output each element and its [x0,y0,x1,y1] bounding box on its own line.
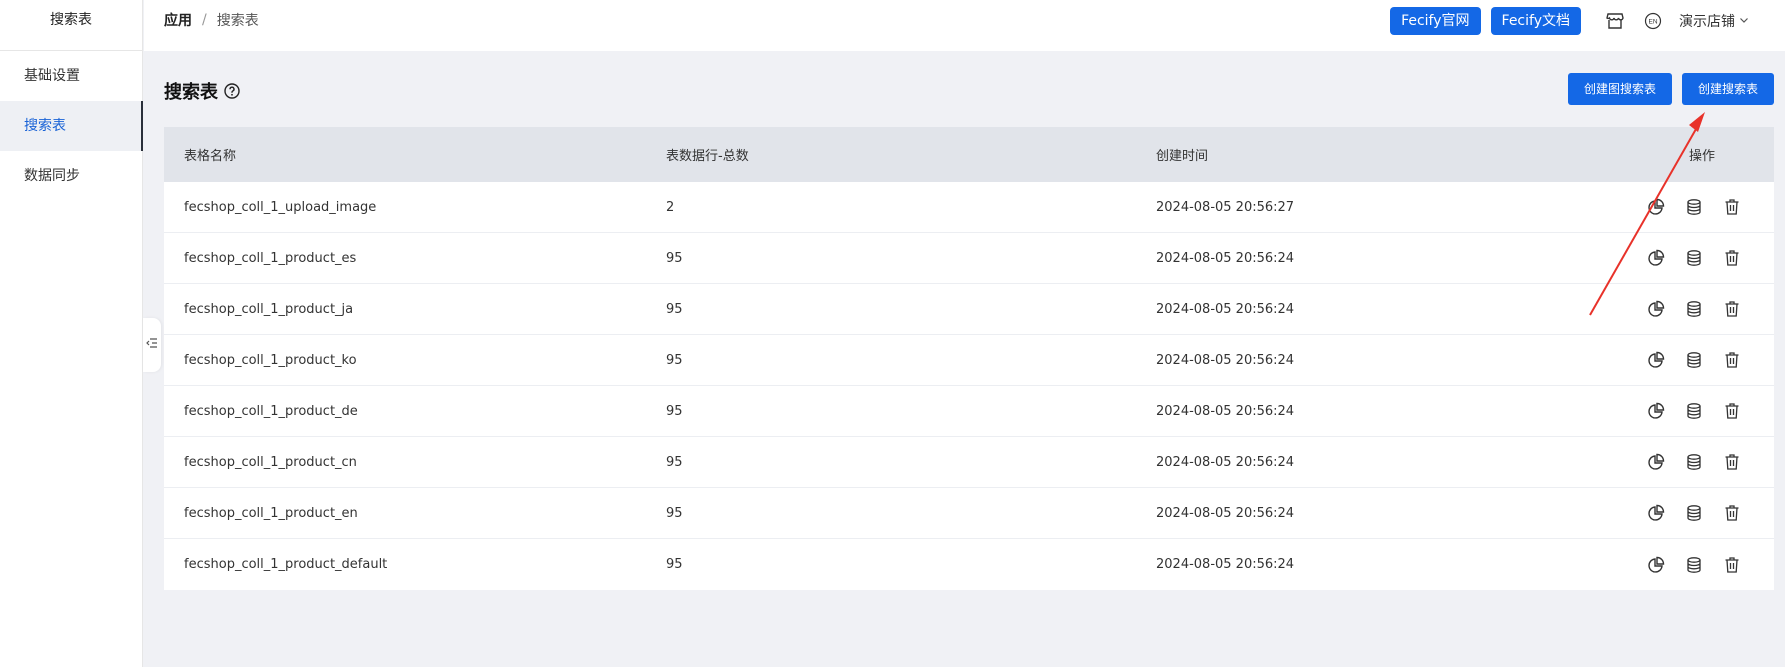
row-actions [1646,197,1760,217]
created-time-cell: 2024-08-05 20:56:24 [1156,403,1295,419]
collapse-menu-icon [146,337,158,353]
trash-icon[interactable] [1722,350,1742,370]
store-icon[interactable] [1603,9,1627,33]
chart-icon[interactable] [1646,299,1666,319]
table-name-cell: fecshop_coll_1_product_ja [184,301,354,317]
database-icon[interactable] [1684,401,1704,421]
sidebar-title: 搜索表 [0,0,142,51]
row-actions [1646,248,1760,268]
row-actions [1646,401,1760,421]
row-count-cell: 95 [666,557,683,572]
created-time-cell: 2024-08-05 20:56:24 [1156,250,1295,266]
created-time-cell: 2024-08-05 20:56:24 [1156,454,1295,470]
row-actions [1646,350,1760,370]
database-icon[interactable] [1684,299,1704,319]
language-en-icon[interactable]: EN [1641,9,1665,33]
created-time-cell: 2024-08-05 20:56:24 [1156,352,1295,368]
row-count-cell: 95 [666,454,683,470]
row-actions [1646,452,1760,472]
table-row: fecshop_coll_1_product_default 95 2024-0… [164,539,1774,590]
sidebar-item-data-sync[interactable]: 数据同步 [0,151,142,201]
trash-icon[interactable] [1722,452,1742,472]
trash-icon[interactable] [1722,555,1742,575]
row-actions [1646,503,1760,523]
fecify-official-button[interactable]: Fecify官网 [1390,7,1481,35]
top-header: 应用 / 搜索表 Fecify官网 Fecify文档 EN 演示店铺 [144,0,1785,51]
create-image-search-table-button[interactable]: 创建图搜索表 [1568,73,1672,105]
table-header: 表格名称 表数据行-总数 创建时间 操作 [164,127,1774,182]
column-header-created: 创建时间 [1156,149,1209,164]
created-time-cell: 2024-08-05 20:56:24 [1156,301,1295,317]
sidebar-item-search-table[interactable]: 搜索表 [0,101,143,151]
column-header-count: 表数据行-总数 [666,149,749,164]
chart-icon[interactable] [1646,503,1666,523]
row-count-cell: 95 [666,301,683,317]
chart-icon[interactable] [1646,350,1666,370]
breadcrumb-separator: / [202,12,207,28]
created-time-cell: 2024-08-05 20:56:27 [1156,199,1295,215]
table-name-cell: fecshop_coll_1_product_cn [184,454,357,470]
sidebar: 搜索表 基础设置 搜索表 数据同步 [0,0,143,667]
database-icon[interactable] [1684,555,1704,575]
chart-icon[interactable] [1646,401,1666,421]
sidebar-item-basic-settings[interactable]: 基础设置 [0,51,142,101]
table-row: fecshop_coll_1_product_ko 95 2024-08-05 … [164,335,1774,386]
svg-text:EN: EN [1648,19,1657,26]
trash-icon[interactable] [1722,503,1742,523]
store-selector[interactable]: 演示店铺 [1679,11,1749,31]
trash-icon[interactable] [1722,299,1742,319]
chart-icon[interactable] [1646,197,1666,217]
fecify-docs-button[interactable]: Fecify文档 [1490,7,1581,35]
row-actions [1646,555,1760,575]
row-actions [1646,299,1760,319]
row-count-cell: 95 [666,505,683,521]
help-icon[interactable] [224,83,240,99]
table-name-cell: fecshop_coll_1_product_ko [184,352,357,368]
row-count-cell: 2 [666,199,675,215]
table-row: fecshop_coll_1_product_en 95 2024-08-05 … [164,488,1774,539]
trash-icon[interactable] [1722,401,1742,421]
table-name-cell: fecshop_coll_1_product_es [184,250,357,266]
database-icon[interactable] [1684,350,1704,370]
search-table-list: 表格名称 表数据行-总数 创建时间 操作 fecshop_coll_1_uplo… [164,127,1774,590]
chart-icon[interactable] [1646,452,1666,472]
create-search-table-button[interactable]: 创建搜索表 [1682,73,1774,105]
table-row: fecshop_coll_1_product_es 95 2024-08-05 … [164,233,1774,284]
table-row: fecshop_coll_1_product_ja 95 2024-08-05 … [164,284,1774,335]
row-count-cell: 95 [666,403,683,419]
table-row: fecshop_coll_1_product_cn 95 2024-08-05 … [164,437,1774,488]
table-name-cell: fecshop_coll_1_product_en [184,505,358,521]
database-icon[interactable] [1684,503,1704,523]
row-count-cell: 95 [666,352,683,368]
table-body: fecshop_coll_1_upload_image 2 2024-08-05… [164,182,1774,590]
row-count-cell: 95 [666,250,683,266]
table-name-cell: fecshop_coll_1_product_default [184,557,388,572]
breadcrumb-root[interactable]: 应用 [164,10,192,30]
trash-icon[interactable] [1722,248,1742,268]
created-time-cell: 2024-08-05 20:56:24 [1156,557,1295,572]
breadcrumb: 应用 / 搜索表 [164,10,259,30]
table-row: fecshop_coll_1_product_de 95 2024-08-05 … [164,386,1774,437]
chart-icon[interactable] [1646,555,1666,575]
store-label: 演示店铺 [1679,14,1735,30]
table-name-cell: fecshop_coll_1_product_de [184,403,358,419]
created-time-cell: 2024-08-05 20:56:24 [1156,505,1295,521]
chart-icon[interactable] [1646,248,1666,268]
column-header-name: 表格名称 [184,149,237,164]
sidebar-collapse-toggle[interactable] [143,318,161,372]
page-title: 搜索表 [164,82,218,103]
header-actions: Fecify官网 Fecify文档 EN 演示店铺 [1390,0,1785,42]
table-row: fecshop_coll_1_upload_image 2 2024-08-05… [164,182,1774,233]
breadcrumb-current: 搜索表 [216,13,259,29]
database-icon[interactable] [1684,452,1704,472]
table-name-cell: fecshop_coll_1_upload_image [184,199,377,215]
chevron-down-icon [1735,13,1749,29]
column-header-actions: 操作 [1689,149,1716,164]
database-icon[interactable] [1684,197,1704,217]
database-icon[interactable] [1684,248,1704,268]
page-title-row: 搜索表 [164,78,240,104]
trash-icon[interactable] [1722,197,1742,217]
